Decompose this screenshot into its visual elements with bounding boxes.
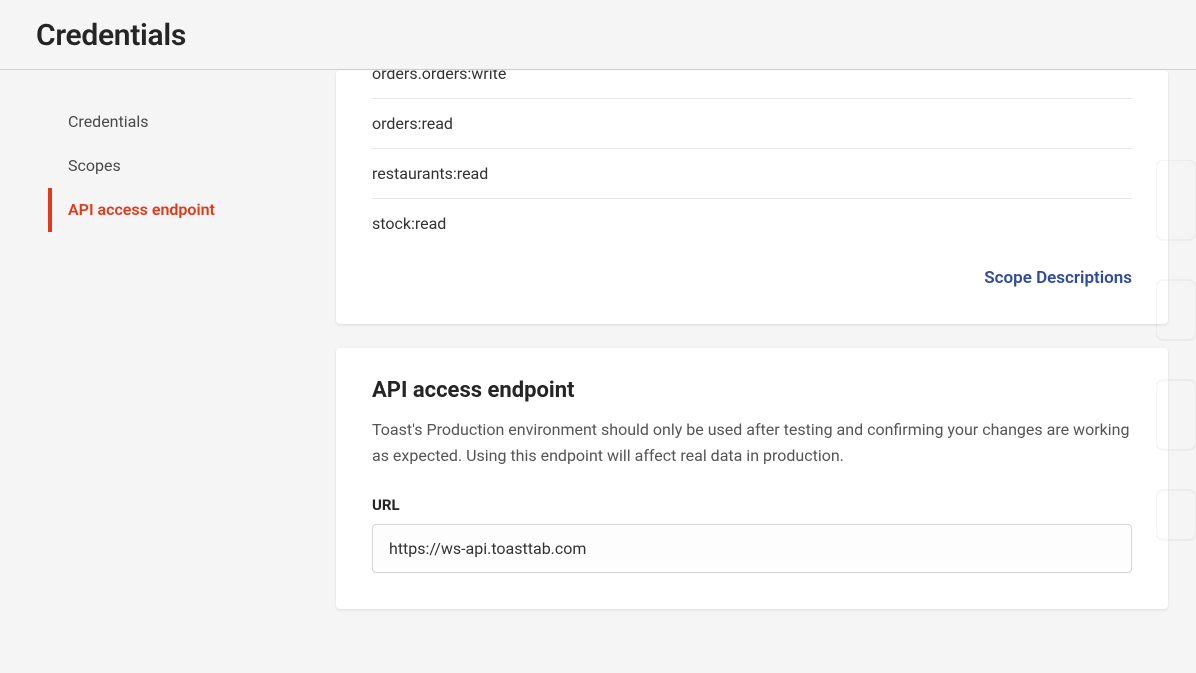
scope-descriptions-link[interactable]: Scope Descriptions bbox=[984, 268, 1132, 288]
endpoint-heading: API access endpoint bbox=[372, 378, 1132, 403]
scope-value: restaurants:read bbox=[372, 164, 488, 183]
scope-value: orders:read bbox=[372, 114, 453, 133]
main-content: orders.orders:write orders:read restaura… bbox=[300, 70, 1196, 673]
scopes-card: orders.orders:write orders:read restaura… bbox=[336, 70, 1168, 324]
sidebar-item-scopes[interactable]: Scopes bbox=[49, 144, 280, 188]
sidebar-item-credentials[interactable]: Credentials bbox=[49, 100, 280, 144]
sidebar-item-label: Scopes bbox=[68, 156, 121, 175]
url-value: https://ws-api.toasttab.com bbox=[389, 539, 586, 558]
sidebar-item-label: API access endpoint bbox=[68, 200, 215, 219]
scope-link-row: Scope Descriptions bbox=[336, 248, 1168, 324]
url-value-box: https://ws-api.toasttab.com bbox=[372, 524, 1132, 573]
endpoint-description: Toast's Production environment should on… bbox=[372, 417, 1132, 468]
scope-value: orders.orders:write bbox=[372, 70, 506, 83]
scope-row: orders:read bbox=[372, 99, 1132, 149]
page-title: Credentials bbox=[36, 18, 1160, 53]
sidebar-nav: Credentials Scopes API access endpoint bbox=[0, 70, 300, 252]
scope-value: stock:read bbox=[372, 214, 446, 233]
sidebar-item-label: Credentials bbox=[68, 112, 149, 131]
url-label: URL bbox=[372, 496, 1132, 514]
scope-list: orders.orders:write orders:read restaura… bbox=[336, 70, 1168, 248]
scope-row: stock:read bbox=[372, 199, 1132, 248]
scope-row: orders.orders:write bbox=[372, 70, 1132, 99]
scope-row: restaurants:read bbox=[372, 149, 1132, 199]
api-endpoint-card: API access endpoint Toast's Production e… bbox=[336, 348, 1168, 609]
sidebar-item-api-access-endpoint[interactable]: API access endpoint bbox=[48, 188, 280, 232]
page-header: Credentials bbox=[0, 0, 1196, 70]
